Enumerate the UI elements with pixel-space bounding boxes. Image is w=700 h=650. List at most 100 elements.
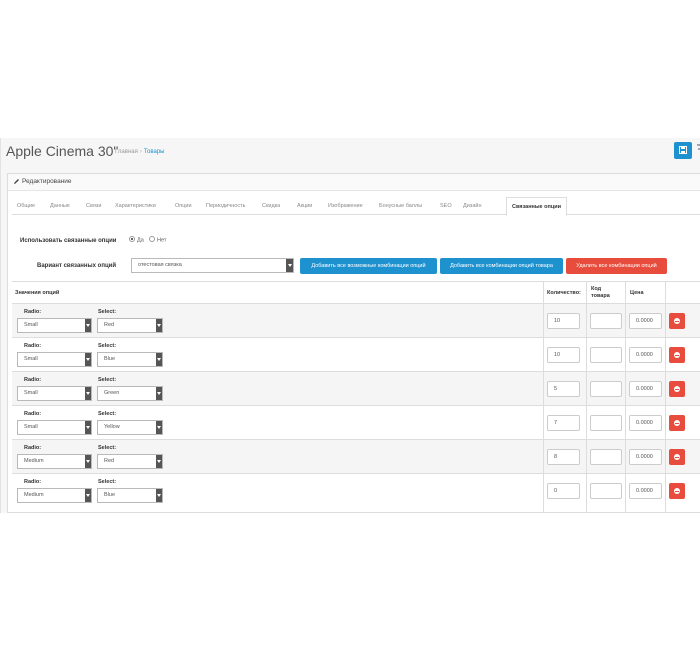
header-code-line1: Код [591, 286, 602, 292]
product-code-input[interactable] [590, 415, 622, 431]
radio-option-select[interactable]: Small [17, 318, 92, 333]
remove-row-button[interactable] [669, 449, 685, 465]
tab-reward-points[interactable]: Бонусные баллы [374, 197, 427, 215]
quantity-input[interactable]: 7 [547, 415, 580, 431]
tab-attributes[interactable]: Характеристики [110, 197, 161, 215]
radio-no-indicator[interactable] [149, 236, 155, 242]
table-row: Radio: Select: Medium Red 8 0.0000 [12, 440, 700, 474]
radio-yes-label: Да [137, 237, 144, 244]
select-option-select[interactable]: Yellow [97, 420, 163, 435]
save-button[interactable] [674, 142, 692, 159]
panel-title: Редактирование [22, 178, 72, 185]
product-code-input[interactable] [590, 483, 622, 499]
radio-yes-indicator[interactable] [129, 236, 135, 242]
product-code-input[interactable] [590, 313, 622, 329]
table-header: Значения опций Количество: Код товара Це… [12, 281, 700, 304]
radio-option-select[interactable]: Medium [17, 454, 92, 469]
breadcrumb: Главная › Товары [115, 149, 164, 155]
select-option-select[interactable]: Red [97, 318, 163, 333]
table-row: Radio: Select: Small Yellow 7 0.0000 [12, 406, 700, 440]
quantity-input[interactable]: 10 [547, 313, 580, 329]
breadcrumb-home[interactable]: Главная [115, 149, 138, 155]
tab-image[interactable]: Изображение [323, 197, 368, 215]
radio-option-select[interactable]: Small [17, 420, 92, 435]
tab-related-options[interactable]: Связанные опции [506, 197, 567, 216]
tab-seo[interactable]: SEO [435, 197, 457, 215]
undo-icon [697, 144, 700, 150]
table-row: Radio: Select: Medium Blue 0 0.0000 [12, 474, 700, 508]
chevron-down-icon [156, 353, 162, 366]
tab-options[interactable]: Опции [170, 197, 197, 215]
chevron-down-icon [156, 455, 162, 468]
select-option-label: Select: [98, 377, 117, 383]
panel-heading: Редактирование [8, 174, 700, 191]
product-code-input[interactable] [590, 381, 622, 397]
header-quantity: Количество: [547, 290, 581, 296]
quantity-input[interactable]: 8 [547, 449, 580, 465]
radio-no-label: Нет [157, 237, 167, 244]
select-option-select[interactable]: Blue [97, 352, 163, 367]
tab-special[interactable]: Акции [292, 197, 317, 215]
chevron-down-icon [85, 387, 91, 400]
remove-row-button[interactable] [669, 415, 685, 431]
remove-row-button[interactable] [669, 347, 685, 363]
column-divider [665, 281, 666, 513]
radio-option-value: Small [24, 390, 38, 396]
tab-links[interactable]: Связи [81, 197, 106, 215]
use-related-yes[interactable]: Да [129, 236, 144, 244]
tab-general[interactable]: Общие [12, 197, 40, 215]
save-icon [679, 146, 687, 154]
admin-app: Apple Cinema 30" Главная › Товары Редактир… [0, 138, 700, 513]
product-code-input[interactable] [590, 449, 622, 465]
radio-option-label: Radio: [24, 445, 42, 451]
tab-recurring[interactable]: Периодичность [201, 197, 250, 215]
tab-bar: Общие Данные Связи Характеристики Опции … [12, 197, 700, 216]
tab-design[interactable]: Дизайн [458, 197, 487, 215]
select-option-label: Select: [98, 309, 117, 315]
breadcrumb-products[interactable]: Товары [144, 149, 165, 155]
select-option-select[interactable]: Red [97, 454, 163, 469]
radio-option-label: Radio: [24, 411, 42, 417]
add-product-combinations-button[interactable]: Добавить все комбинации опций товара [440, 258, 563, 274]
remove-row-button[interactable] [669, 483, 685, 499]
column-divider [586, 281, 587, 513]
select-option-label: Select: [98, 479, 117, 485]
delete-all-combinations-button[interactable]: Удалить все комбинации опций [566, 258, 667, 274]
radio-option-select[interactable]: Small [17, 352, 92, 367]
radio-option-value: Medium [24, 458, 44, 464]
remove-row-button[interactable] [669, 381, 685, 397]
price-input[interactable]: 0.0000 [629, 313, 662, 329]
variant-select[interactable]: отестовая связка [131, 258, 294, 273]
use-related-options-label: Использовать связанные опции [20, 238, 117, 244]
use-related-no[interactable]: Нет [149, 236, 167, 244]
table-row: Radio: Select: Small Red 10 0.0000 [12, 304, 700, 338]
select-option-value: Red [104, 458, 115, 464]
tab-discount[interactable]: Скидка [257, 197, 285, 215]
table-row: Radio: Select: Small Blue 10 0.0000 [12, 338, 700, 372]
chevron-down-icon [85, 353, 91, 366]
add-all-combinations-button[interactable]: Добавить все возможные комбинации опций [300, 258, 437, 274]
product-code-input[interactable] [590, 347, 622, 363]
select-option-value: Red [104, 322, 115, 328]
price-input[interactable]: 0.0000 [629, 449, 662, 465]
radio-option-value: Small [24, 424, 38, 430]
quantity-input[interactable]: 10 [547, 347, 580, 363]
price-input[interactable]: 0.0000 [629, 347, 662, 363]
radio-option-select[interactable]: Medium [17, 488, 92, 503]
select-option-label: Select: [98, 411, 117, 417]
radio-option-select[interactable]: Small [17, 386, 92, 401]
price-input[interactable]: 0.0000 [629, 483, 662, 499]
quantity-input[interactable]: 0 [547, 483, 580, 499]
price-input[interactable]: 0.0000 [629, 381, 662, 397]
quantity-input[interactable]: 5 [547, 381, 580, 397]
tab-data[interactable]: Данные [45, 197, 75, 215]
select-option-select[interactable]: Blue [97, 488, 163, 503]
price-input[interactable]: 0.0000 [629, 415, 662, 431]
select-option-label: Select: [98, 445, 117, 451]
variant-select-value: отестовая связка [138, 262, 182, 268]
select-option-select[interactable]: Green [97, 386, 163, 401]
radio-option-value: Small [24, 356, 38, 362]
header-extra-button[interactable] [696, 143, 700, 159]
remove-row-button[interactable] [669, 313, 685, 329]
chevron-down-icon [156, 489, 162, 502]
